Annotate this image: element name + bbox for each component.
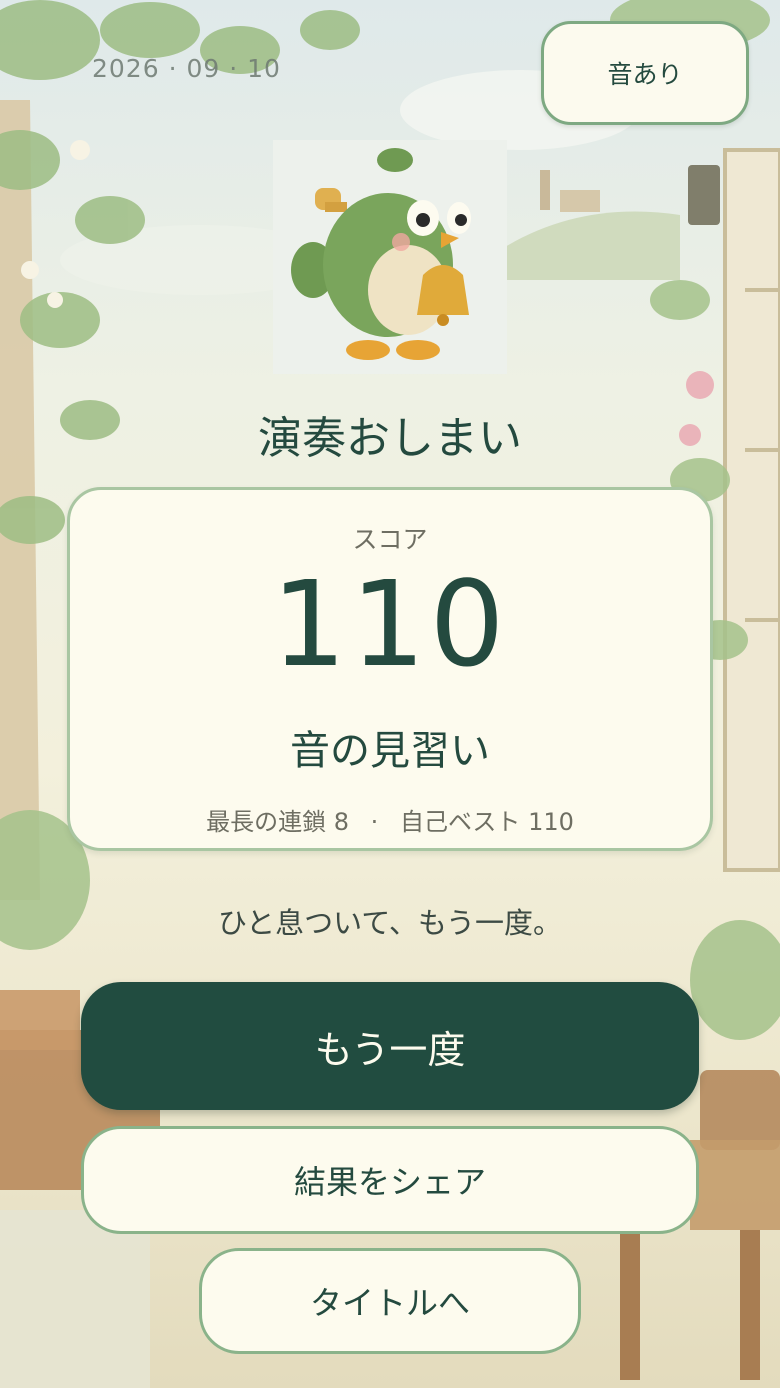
sound-toggle-button[interactable]: 音あり [541,21,749,125]
retry-button[interactable]: もう一度 [81,982,699,1110]
score-label: スコア [352,525,428,554]
personal-best-label: 自己ベスト [399,808,521,836]
rank-title: 音の見習い [290,728,490,774]
stats-line: 最長の連鎖 8 · 自己ベスト 110 [70,802,710,837]
share-button-label: 結果をシェア [293,1163,486,1201]
encouragement-message: ひと息ついて、もう一度。 [218,906,562,940]
back-to-title-button[interactable]: タイトルへ [199,1248,581,1354]
longest-chain-value: 8 [333,808,350,836]
personal-best-value: 110 [528,808,574,836]
sound-toggle-label: 音あり [607,60,683,89]
longest-chain-label: 最長の連鎖 [206,808,327,836]
result-title: 演奏おしまい [258,413,522,464]
stats-separator: · [370,808,379,836]
share-result-button[interactable]: 結果をシェア [81,1126,699,1234]
date-text: 2026 · 09 · 10 [92,54,281,83]
score-value: 110 [271,555,509,693]
mascot-illustration [291,148,471,360]
score-card: スコア 110 音の見習い 最長の連鎖 8 · 自己ベスト 110 [67,487,713,851]
title-button-label: タイトルへ [309,1284,470,1322]
green-bird-with-bell-icon [273,140,507,374]
retry-button-label: もう一度 [314,1027,466,1072]
